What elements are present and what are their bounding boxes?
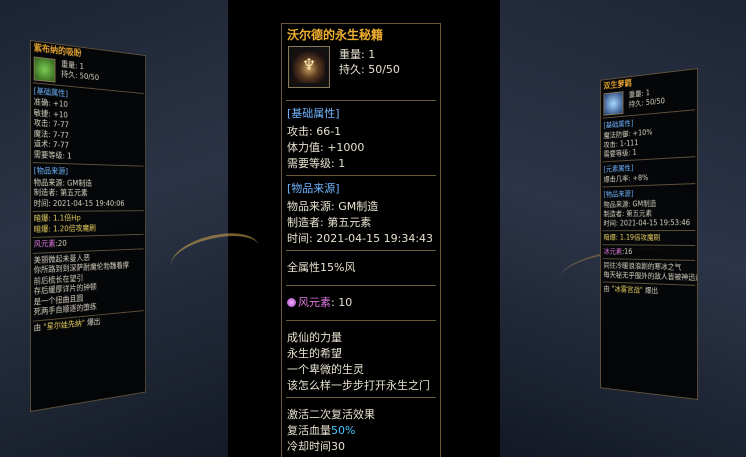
game-scene: 紫布纳的吸盼 重量: 1 持久: 50/50 [基础属性] 准确: +10 敏捷…: [0, 0, 746, 457]
wind-element-value: : 10: [331, 296, 352, 309]
weight-text: 重量: 1: [339, 47, 375, 63]
divider: [33, 210, 144, 212]
buff-line: 暗爆: 1.20倍攻魔刷: [31, 222, 145, 235]
attack-line: 攻击: 66-1: [282, 124, 440, 140]
cooldown-line: 冷却时间30: [282, 439, 440, 455]
time-line: 时间: 2021-04-15 19:40:06: [31, 199, 145, 209]
divider: [603, 230, 696, 231]
hp-line: 体力值: +1000: [282, 140, 440, 156]
item-title: 沃尔德的永生秘籍: [282, 24, 440, 45]
item-icon: ♆: [288, 46, 330, 88]
item-header: ♆ 重量: 1 持久: 50/50: [282, 45, 440, 97]
drop-monster-name: "冰雾宫战": [612, 285, 643, 295]
drop-suffix: 爆出: [645, 286, 658, 295]
lore-line: 该怎么样一步步打开永生之门: [282, 378, 440, 394]
item-icon: [603, 91, 623, 116]
right-item-tooltip: 双生萝羁 重量: 1 持久: 50/50 [基础属性] 魔法防御: +10% 攻…: [600, 68, 698, 400]
left-item-tooltip-wrapper: 紫布纳的吸盼 重量: 1 持久: 50/50 [基础属性] 准确: +10 敏捷…: [14, 10, 204, 455]
section-source: [物品来源]: [282, 179, 440, 199]
time-line: 时间: 2021-04-15 19:34:43: [282, 231, 440, 247]
divider: [603, 244, 696, 246]
drop-prefix: 由: [34, 322, 41, 332]
time-line: 时间: 2021-04-15 19:53:46: [601, 218, 697, 228]
lore-line: 成仙的力量: [282, 330, 440, 346]
wind-element-value: :20: [55, 239, 66, 248]
revive-percent: 50%: [331, 424, 355, 437]
divider: [286, 320, 436, 321]
lore-line: 永生的希望: [282, 346, 440, 362]
drop-monster-name: "星尔娃先纳": [43, 318, 85, 331]
item-icon: [34, 56, 56, 82]
wind-gem-icon: [287, 298, 296, 307]
divider: [286, 397, 436, 398]
ice-element-line: 冰元素:16: [601, 247, 697, 258]
buff-line: 暗爆: 1.19倍攻魔刷: [601, 233, 697, 243]
drop-suffix: 爆出: [87, 317, 100, 327]
divider: [286, 175, 436, 176]
drop-prefix: 由: [603, 284, 609, 293]
all-attribute-line: 全属性15%风: [282, 260, 440, 276]
source-line: 物品来源: GM制造: [282, 199, 440, 215]
level-req-line: 需要等级: 1: [282, 156, 440, 172]
wind-element-label: 风元素: [34, 239, 56, 249]
revive-line: 复活血量50%: [282, 423, 440, 439]
drop-source-line: 由 "冰雾宫战" 爆出: [601, 284, 697, 298]
wing-emblem-icon: ♆: [293, 57, 325, 73]
ice-element-value: :16: [622, 247, 632, 256]
divider: [286, 285, 436, 286]
divider: [286, 250, 436, 251]
left-item-tooltip: 紫布纳的吸盼 重量: 1 持久: 50/50 [基础属性] 准确: +10 敏捷…: [30, 40, 146, 412]
durability-text: 持久: 50/50: [339, 62, 400, 78]
maker-line: 制造者: 第五元素: [282, 215, 440, 231]
section-basic: [基础属性]: [282, 104, 440, 124]
ice-element-label: 冰元素: [603, 247, 622, 256]
wind-element-line: 风元素: 10: [282, 295, 440, 311]
lore-line: 一个卑微的生灵: [282, 362, 440, 378]
effect-title: 激活二次复活效果: [282, 407, 440, 423]
revive-label: 复活血量: [287, 424, 331, 437]
divider: [286, 100, 436, 101]
maker-line: 制造者: 第五元素: [31, 188, 145, 199]
center-item-tooltip: 沃尔德的永生秘籍 ♆ 重量: 1 持久: 50/50 [基础属性] 攻击: 66…: [281, 23, 441, 457]
wind-element-label: 风元素: [298, 296, 331, 309]
